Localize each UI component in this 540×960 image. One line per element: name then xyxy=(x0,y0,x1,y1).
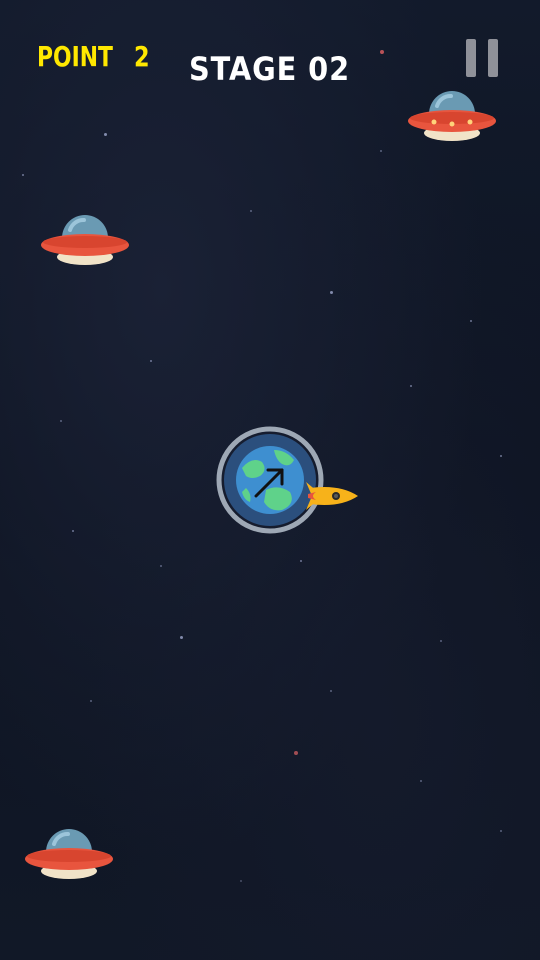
star xyxy=(72,530,74,532)
star xyxy=(150,360,152,362)
star xyxy=(380,150,382,152)
ufo-icon xyxy=(25,829,113,879)
pause-icon[interactable] xyxy=(462,37,502,79)
star xyxy=(380,50,384,54)
game-screen[interactable]: POINT 2 STAGE 02 xyxy=(0,0,540,960)
pause-button[interactable] xyxy=(462,37,502,79)
player-planet[interactable] xyxy=(216,420,366,540)
star xyxy=(180,636,183,639)
point-value: 2 xyxy=(134,40,150,73)
earth-icon[interactable] xyxy=(216,420,366,540)
star xyxy=(500,830,502,832)
star xyxy=(90,700,92,702)
star xyxy=(470,320,472,322)
star xyxy=(294,751,298,755)
ufo-icon xyxy=(41,215,129,265)
star xyxy=(22,174,24,176)
star xyxy=(410,385,412,387)
star xyxy=(60,420,62,422)
star xyxy=(300,560,302,562)
star xyxy=(330,690,332,692)
star xyxy=(250,210,252,212)
star xyxy=(104,133,107,136)
star xyxy=(500,455,502,457)
star xyxy=(330,291,333,294)
star xyxy=(420,780,422,782)
point-label: POINT xyxy=(37,40,113,73)
star xyxy=(240,880,242,882)
star xyxy=(160,565,162,567)
ufo-icon xyxy=(408,91,496,141)
star xyxy=(440,640,442,642)
stage-label: STAGE 02 xyxy=(189,50,351,88)
